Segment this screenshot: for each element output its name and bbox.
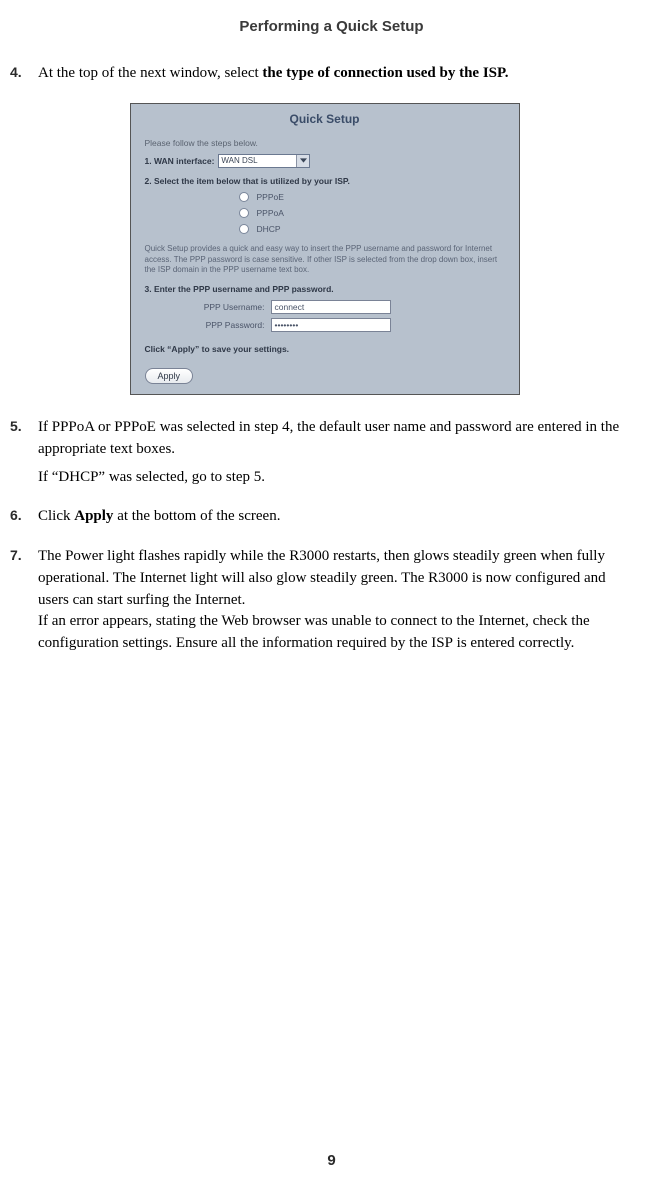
- step-7-p1d: is entered correctly.: [453, 635, 574, 651]
- step-4-text-bold: the type of connection used by the ISP.: [262, 65, 508, 81]
- step-5: 5. If PPPoA or PPPoE was selected in ste…: [10, 417, 639, 494]
- ppp-username-label: PPP Username:: [193, 302, 265, 312]
- radio-icon[interactable]: [239, 192, 249, 202]
- click-apply-text: Click “Apply” to save your settings.: [145, 344, 505, 354]
- quick-setup-figure: Quick Setup Please follow the steps belo…: [10, 103, 639, 395]
- step-6-text: Click Apply at the bottom of the screen.: [38, 506, 639, 528]
- step-5-number: 5.: [10, 417, 38, 494]
- step-6-number: 6.: [10, 506, 38, 534]
- wan-interface-select[interactable]: WAN DSL: [218, 154, 310, 168]
- page-number: 9: [0, 1152, 663, 1169]
- radio-row-pppoa[interactable]: PPPoA: [239, 208, 505, 218]
- step-7-isp: ISP: [431, 635, 453, 651]
- quick-setup-title: Quick Setup: [131, 104, 519, 132]
- wan-interface-value: WAN DSL: [221, 156, 257, 165]
- step-6-text-bold: Apply: [74, 508, 113, 524]
- radio-icon[interactable]: [239, 208, 249, 218]
- ppp-password-label: PPP Password:: [193, 320, 265, 330]
- dropdown-arrow-icon[interactable]: [296, 155, 309, 167]
- section-2-label: 2. Select the item below that is utilize…: [145, 176, 505, 186]
- quick-setup-panel: Quick Setup Please follow the steps belo…: [130, 103, 520, 395]
- radio-label-pppoe: PPPoE: [257, 192, 284, 202]
- step-6-text-c: at the bottom of the screen.: [113, 508, 280, 524]
- step-7-p1: The Power light flashes rapidly while th…: [38, 546, 639, 655]
- radio-label-dhcp: DHCP: [257, 224, 281, 234]
- step-6-text-a: Click: [38, 508, 74, 524]
- wan-interface-label: 1. WAN interface:: [145, 156, 215, 166]
- step-4-number: 4.: [10, 63, 38, 91]
- ppp-password-input[interactable]: ••••••••: [271, 318, 391, 332]
- ppp-password-row: PPP Password: ••••••••: [193, 318, 505, 332]
- step-6: 6. Click Apply at the bottom of the scre…: [10, 506, 639, 534]
- step-4-text: At the top of the next window, select th…: [38, 63, 639, 85]
- content-area: 4. At the top of the next window, select…: [0, 63, 663, 661]
- step-5-p2: If “DHCP” was selected, go to step 5.: [38, 467, 639, 489]
- step-4-text-a: At the top of the next window, select: [38, 65, 262, 81]
- radio-label-pppoa: PPPoA: [257, 208, 284, 218]
- isp-radio-group: PPPoE PPPoA DHCP: [239, 192, 505, 234]
- ppp-username-input[interactable]: connect: [271, 300, 391, 314]
- follow-steps-text: Please follow the steps below.: [145, 138, 505, 148]
- page-header: Performing a Quick Setup: [0, 0, 663, 63]
- quick-setup-description: Quick Setup provides a quick and easy wa…: [145, 244, 505, 276]
- step-7-number: 7.: [10, 546, 38, 661]
- step-4: 4. At the top of the next window, select…: [10, 63, 639, 91]
- radio-icon[interactable]: [239, 224, 249, 234]
- ppp-username-row: PPP Username: connect: [193, 300, 505, 314]
- radio-row-pppoe[interactable]: PPPoE: [239, 192, 505, 202]
- step-5-p1: If PPPoA or PPPoE was selected in step 4…: [38, 417, 639, 461]
- section-3-label: 3. Enter the PPP username and PPP passwo…: [145, 284, 505, 294]
- step-7: 7. The Power light flashes rapidly while…: [10, 546, 639, 661]
- apply-button[interactable]: Apply: [145, 368, 194, 384]
- radio-row-dhcp[interactable]: DHCP: [239, 224, 505, 234]
- step-7-p1a: The Power light flashes rapidly while th…: [38, 548, 606, 608]
